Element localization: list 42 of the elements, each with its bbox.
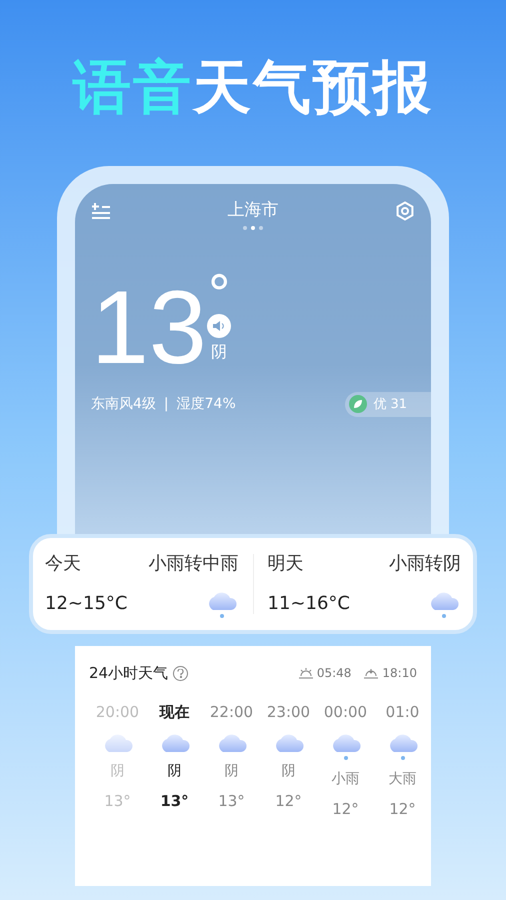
hour-time: 00:00 — [324, 702, 368, 722]
hour-time: 现在 — [160, 702, 190, 722]
hour-column[interactable]: 23:00 阴 12° — [260, 700, 317, 820]
hour-column[interactable]: 01:0 大雨 12° — [374, 700, 431, 820]
hour-temperature: 12° — [332, 799, 359, 820]
weather-condition: 阴 — [211, 340, 228, 362]
hour-condition: 阴 — [168, 762, 182, 781]
day-label: 今天 — [45, 552, 81, 576]
day-condition: 小雨转中雨 — [148, 552, 238, 576]
hour-column[interactable]: 22:00 阴 13° — [203, 700, 260, 820]
hour-column[interactable]: 20:00 阴 13° — [89, 700, 146, 820]
headline: 天气预报 — [193, 58, 433, 116]
hour-time: 20:00 — [96, 702, 140, 722]
hour-time: 23:00 — [266, 702, 310, 722]
hour-time: 01:0 — [386, 702, 420, 722]
temperature: 13 — [91, 276, 207, 380]
temperature-range: 12~15°C — [45, 592, 128, 616]
degree-sign: ° — [206, 276, 232, 312]
city-name: 上海市 — [228, 199, 278, 222]
headline-accent: 语音 — [73, 58, 193, 116]
hour-temperature: 13° — [160, 791, 189, 812]
hour-temperature: 13° — [104, 791, 131, 812]
section-title: 24小时天气 — [89, 663, 168, 684]
hour-condition: 大雨 — [388, 770, 416, 789]
temperature-range: 11~16°C — [268, 592, 350, 616]
day-condition: 小雨转阴 — [389, 552, 461, 576]
hour-time: 22:00 — [210, 702, 254, 722]
separator: | — [164, 394, 169, 414]
sunrise-time: 05:48 — [316, 665, 352, 682]
hour-column[interactable]: 现在 阴 13° — [146, 700, 203, 820]
day-label: 明天 — [268, 552, 304, 576]
hour-condition: 阴 — [110, 762, 124, 781]
hour-column[interactable]: 00:00 小雨 12° — [317, 700, 374, 820]
hour-temperature: 12° — [275, 791, 302, 812]
hour-condition: 小雨 — [332, 770, 360, 789]
hour-temperature: 12° — [389, 799, 416, 820]
wind-info: 东南风4级 — [91, 394, 156, 414]
hour-temperature: 13° — [218, 791, 245, 812]
hour-condition: 阴 — [224, 762, 238, 781]
hour-condition: 阴 — [282, 762, 296, 781]
humidity-info: 湿度74% — [176, 394, 236, 414]
sunset-time: 18:10 — [382, 665, 417, 682]
